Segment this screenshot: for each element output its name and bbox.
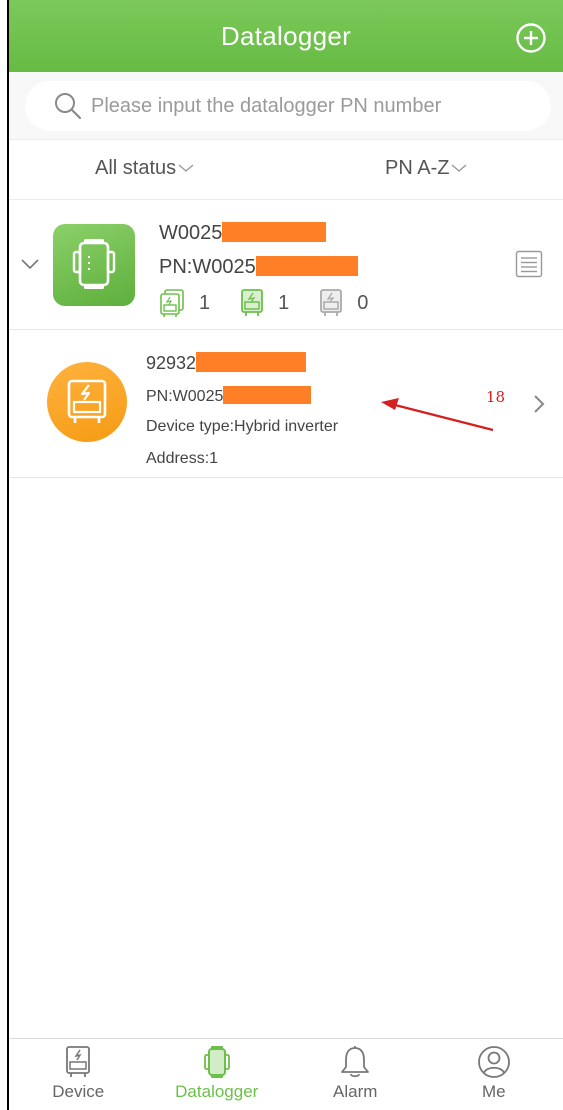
filter-bar: All status PN A-Z	[9, 140, 563, 200]
device-serial-text: 92932	[146, 353, 197, 373]
page-title: Datalogger	[220, 20, 352, 51]
search-icon	[55, 93, 82, 120]
redaction-mark	[222, 222, 327, 242]
device-type: Device type:Hybrid inverter	[146, 418, 339, 435]
chevron-right-icon	[534, 395, 545, 413]
tab-me-label: Me	[481, 1082, 506, 1101]
search-box[interactable]	[25, 81, 551, 131]
device-offline-icon	[320, 289, 343, 316]
device-offline-value: 0	[357, 291, 369, 314]
expand-chevron-icon[interactable]	[21, 258, 39, 270]
tab-device[interactable]: Device	[9, 1039, 148, 1110]
datalogger-list-item[interactable]: W0025 PN:W0025 1 1 0	[9, 200, 563, 330]
plus-circle-icon[interactable]	[515, 22, 547, 54]
datalogger-name: W0025	[159, 222, 327, 245]
app-header: Datalogger	[9, 0, 563, 72]
status-filter-label: All status	[95, 157, 177, 179]
chevron-down-icon	[178, 163, 194, 172]
device-counts: 1 1 0	[159, 288, 396, 318]
tab-alarm[interactable]: Alarm	[286, 1039, 425, 1110]
user-icon	[477, 1046, 510, 1078]
datalogger-icon	[203, 1046, 230, 1078]
bottom-tab-bar: Device Datalogger Alarm Me	[9, 1038, 563, 1110]
redaction-mark	[255, 256, 358, 276]
inverter-icon	[67, 379, 107, 423]
left-frame-border	[0, 0, 9, 1110]
status-filter-dropdown[interactable]: All status	[95, 157, 194, 180]
search-input[interactable]	[91, 94, 511, 118]
tab-datalogger-label: Datalogger	[175, 1082, 259, 1101]
datalogger-icon	[72, 239, 116, 289]
annotation-number: 18	[486, 388, 506, 406]
device-pn-text: PN:W0025	[146, 388, 224, 405]
device-list-item[interactable]: 92932 PN:W0025 Device type:Hybrid invert…	[9, 330, 563, 478]
bell-icon	[341, 1046, 370, 1078]
sort-filter-label: PN A-Z	[385, 157, 450, 179]
device-online-value: 1	[278, 291, 290, 314]
device-offline-count: 0	[317, 288, 368, 318]
device-avatar	[47, 362, 127, 442]
tab-alarm-label: Alarm	[333, 1082, 378, 1101]
datalogger-pn-text: PN:W0025	[159, 256, 256, 278]
list-detail-icon[interactable]	[515, 250, 543, 278]
inverter-icon	[66, 1046, 91, 1077]
datalogger-name-text: W0025	[159, 222, 223, 244]
annotation-arrow-icon	[381, 398, 494, 432]
device-online-count: 1	[238, 288, 289, 318]
tab-me[interactable]: Me	[425, 1039, 563, 1110]
chevron-down-icon	[451, 163, 467, 172]
sort-filter-dropdown[interactable]: PN A-Z	[385, 157, 467, 180]
device-online-icon	[241, 289, 264, 316]
device-total-icon	[160, 289, 184, 317]
device-total-count: 1	[159, 288, 210, 318]
device-pn: PN:W0025	[146, 386, 312, 406]
datalogger-avatar	[53, 224, 135, 306]
tab-device-label: Device	[52, 1082, 105, 1101]
tab-datalogger[interactable]: Datalogger	[148, 1039, 287, 1110]
redaction-mark	[196, 352, 307, 372]
redaction-mark	[223, 386, 312, 404]
device-serial-number: 92932	[146, 352, 307, 374]
datalogger-pn: PN:W0025	[159, 256, 358, 279]
search-bar	[9, 72, 563, 140]
device-address: Address:1	[146, 450, 219, 467]
device-total-value: 1	[199, 291, 211, 314]
